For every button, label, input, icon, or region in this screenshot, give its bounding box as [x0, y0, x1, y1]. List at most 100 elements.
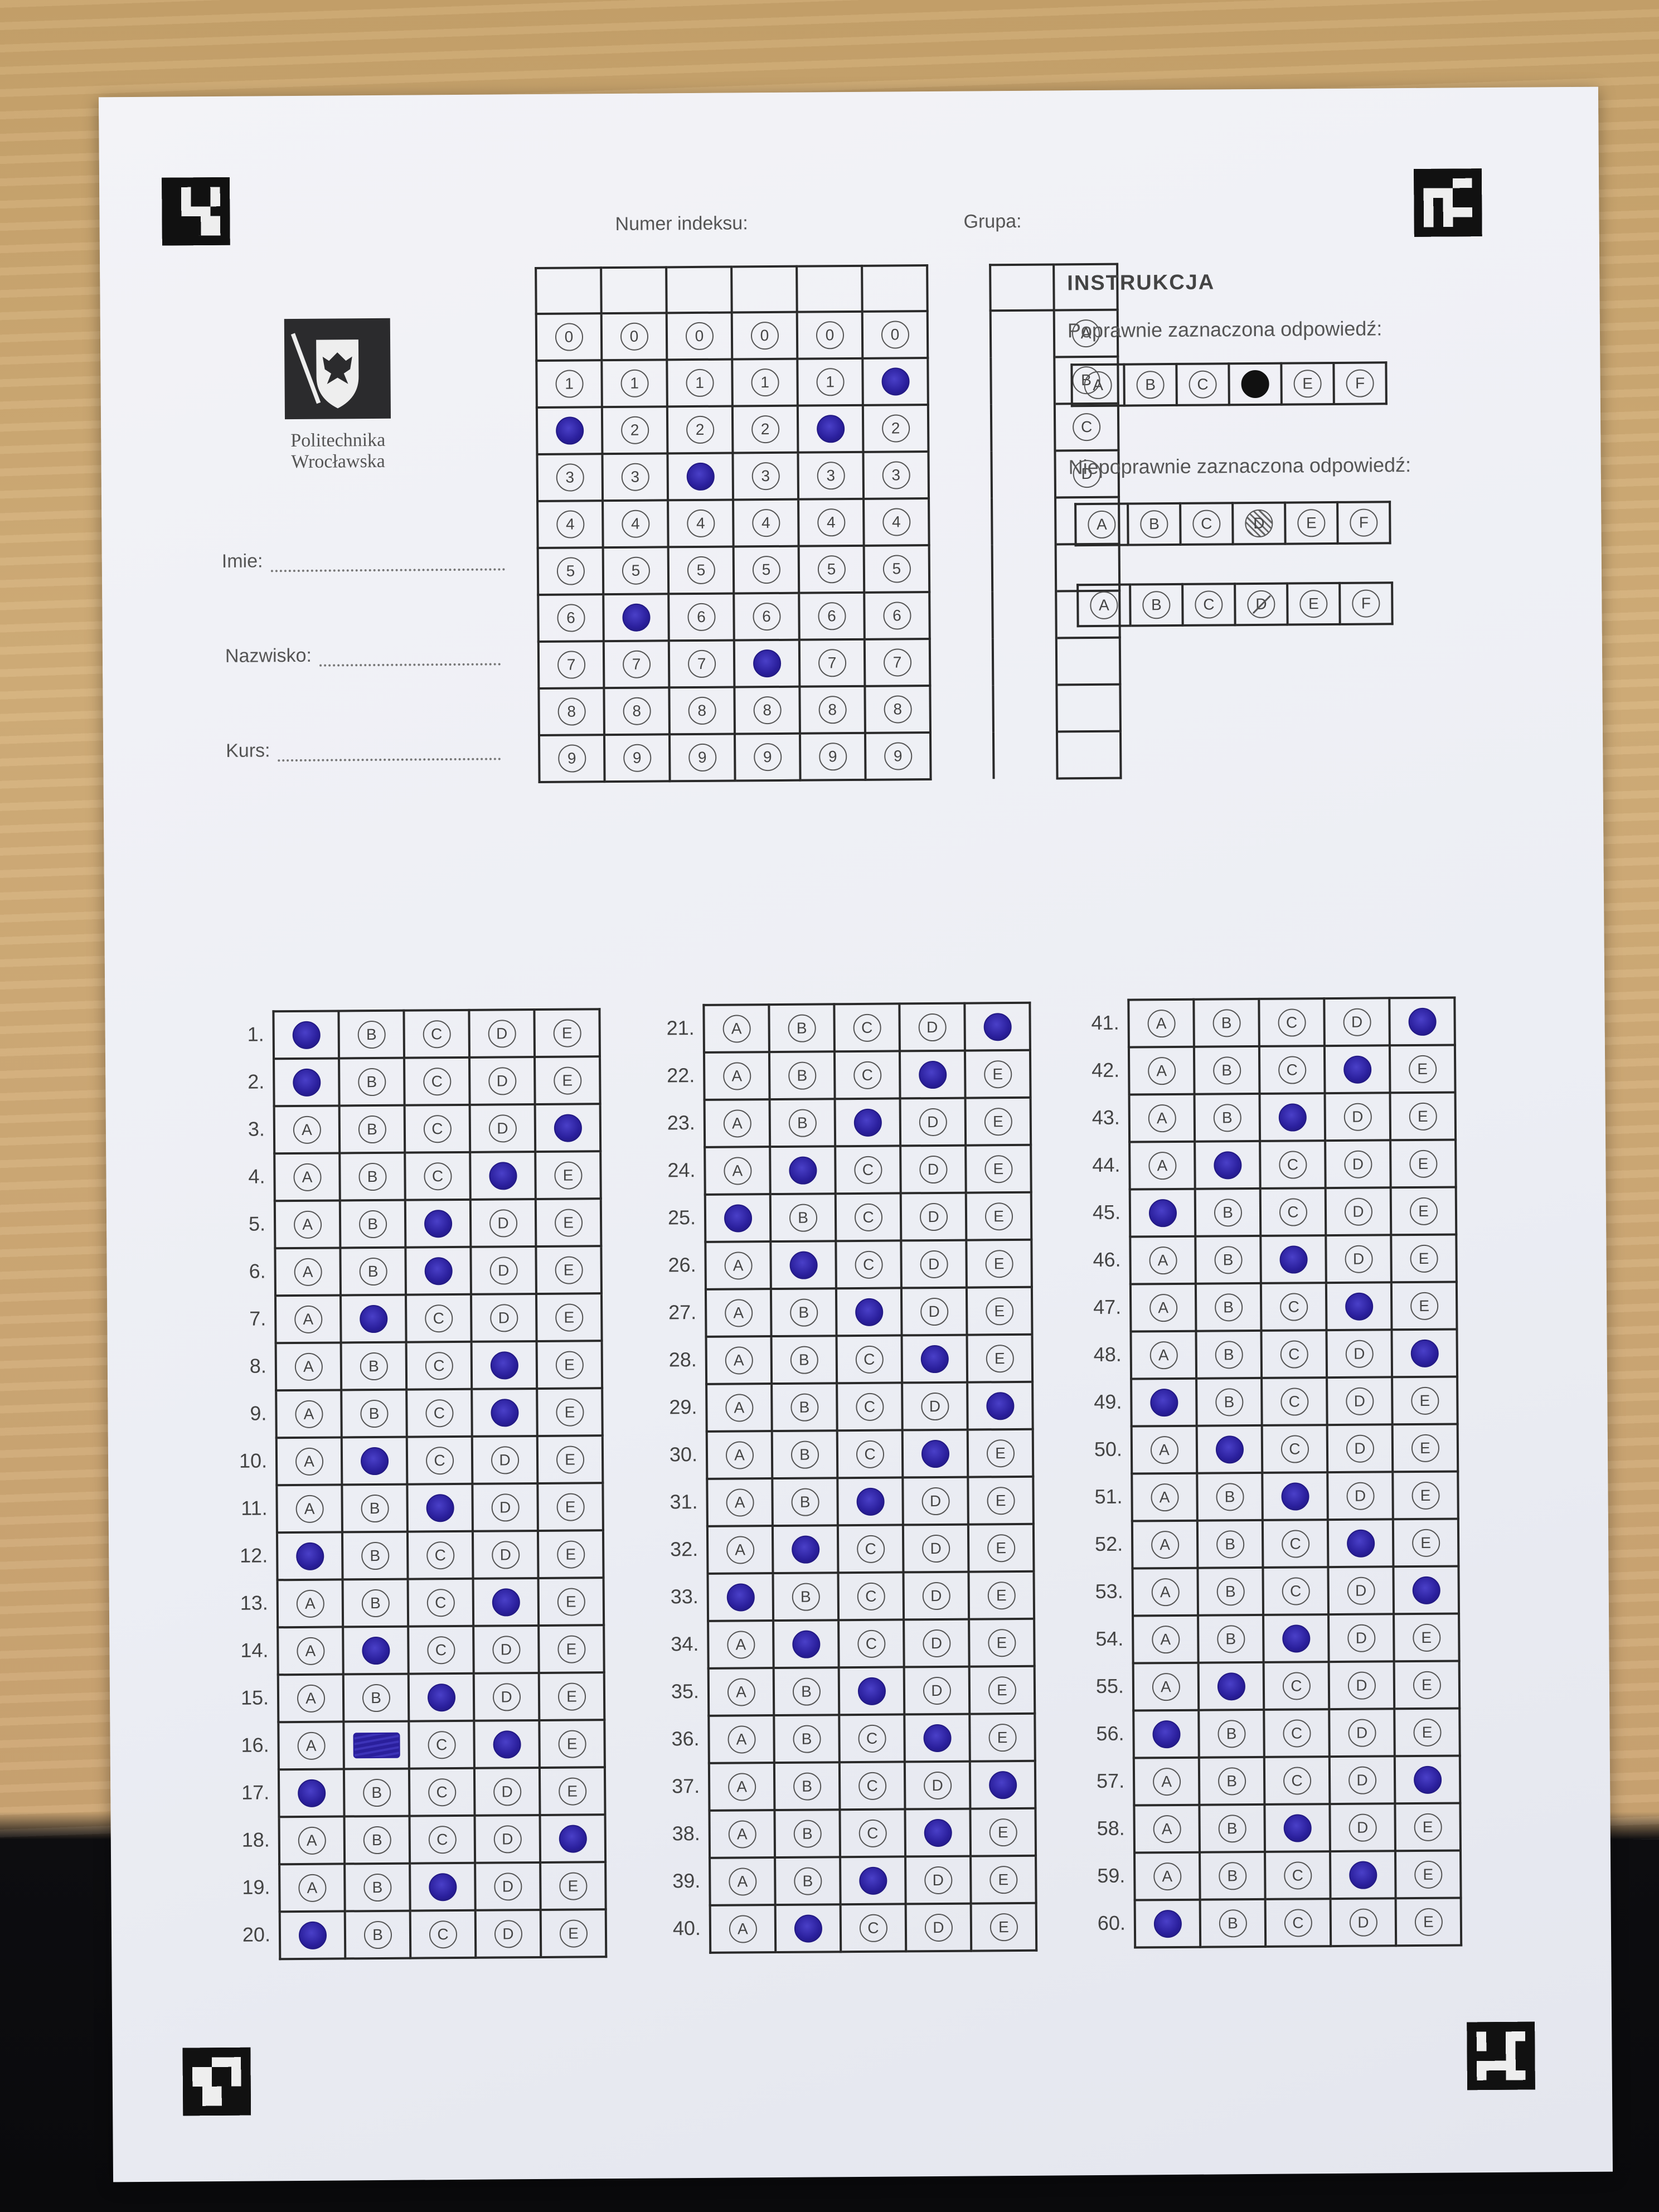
answer-bubble[interactable]: B: [789, 1298, 818, 1327]
example-bubble[interactable]: A: [1090, 591, 1118, 620]
answer-bubble[interactable]: B: [789, 1203, 817, 1232]
answer-bubble[interactable]: D: [924, 1818, 952, 1847]
answer-bubble[interactable]: C: [426, 1588, 455, 1617]
answer-bubble[interactable]: D: [491, 1493, 520, 1522]
index-digit-bubble[interactable]: 8: [623, 697, 651, 725]
answer-bubble[interactable]: B: [361, 1589, 390, 1617]
answer-bubble[interactable]: B: [1214, 1293, 1243, 1322]
answer-bubble[interactable]: C: [858, 1866, 887, 1895]
answer-bubble[interactable]: D: [920, 1392, 949, 1420]
answer-bubble[interactable]: D: [919, 1202, 948, 1231]
answer-bubble[interactable]: D: [923, 1771, 952, 1799]
answer-bubble[interactable]: A: [725, 1488, 754, 1517]
index-digit-bubble[interactable]: 5: [556, 557, 585, 585]
answer-bubble[interactable]: D: [493, 1825, 522, 1854]
answer-bubble[interactable]: B: [358, 1210, 387, 1238]
answer-bubble[interactable]: C: [857, 1582, 885, 1611]
index-digit-bubble[interactable]: 4: [751, 508, 780, 537]
answer-bubble[interactable]: D: [922, 1629, 951, 1657]
answer-bubble[interactable]: D: [918, 1060, 947, 1089]
index-digit-bubble[interactable]: 9: [557, 744, 586, 773]
answer-bubble[interactable]: E: [1413, 1765, 1442, 1794]
answer-bubble[interactable]: A: [1148, 1151, 1177, 1180]
answer-bubble[interactable]: E: [559, 1919, 588, 1948]
answer-bubble[interactable]: B: [363, 1920, 392, 1949]
answer-bubble[interactable]: E: [988, 1676, 1016, 1704]
answer-bubble[interactable]: D: [1347, 1719, 1376, 1747]
answer-bubble[interactable]: C: [1279, 1245, 1308, 1274]
answer-bubble[interactable]: D: [1349, 1908, 1377, 1937]
index-digit-bubble[interactable]: 2: [751, 415, 779, 444]
index-write-box[interactable]: [731, 266, 797, 313]
index-digit-bubble[interactable]: 8: [557, 697, 586, 726]
answer-bubble[interactable]: B: [359, 1257, 387, 1286]
answer-bubble[interactable]: D: [1343, 1103, 1372, 1131]
first-name-field[interactable]: Imie:: [222, 549, 505, 573]
answer-bubble[interactable]: A: [722, 1061, 751, 1090]
answer-bubble[interactable]: D: [1347, 1671, 1376, 1700]
answer-bubble[interactable]: C: [859, 1914, 887, 1942]
index-digit-bubble[interactable]: 4: [621, 510, 650, 538]
answer-bubble[interactable]: D: [489, 1209, 517, 1238]
answer-bubble[interactable]: A: [1152, 1767, 1181, 1796]
answer-bubble[interactable]: D: [492, 1635, 521, 1664]
answer-bubble[interactable]: B: [1214, 1198, 1242, 1227]
answer-bubble[interactable]: E: [984, 1202, 1013, 1230]
answer-bubble[interactable]: E: [1414, 1813, 1442, 1841]
answer-bubble[interactable]: A: [1149, 1293, 1177, 1322]
index-digit-bubble[interactable]: 2: [620, 416, 649, 444]
answer-bubble[interactable]: D: [923, 1676, 951, 1705]
answer-bubble[interactable]: C: [425, 1399, 454, 1427]
index-write-box[interactable]: [536, 268, 601, 314]
answer-bubble[interactable]: B: [1216, 1624, 1245, 1653]
answer-bubble[interactable]: B: [363, 1826, 391, 1854]
index-digit-bubble[interactable]: 6: [556, 604, 585, 632]
answer-bubble[interactable]: A: [297, 1731, 326, 1760]
index-digit-bubble[interactable]: 7: [818, 649, 846, 677]
answer-bubble[interactable]: B: [1212, 1008, 1241, 1037]
answer-bubble[interactable]: C: [857, 1629, 886, 1658]
answer-bubble[interactable]: A: [726, 1583, 755, 1612]
answer-bubble[interactable]: C: [1282, 1719, 1311, 1748]
index-digit-bubble[interactable]: 1: [750, 368, 779, 397]
answer-bubble[interactable]: D: [488, 1114, 517, 1143]
answer-bubble[interactable]: C: [1283, 1813, 1312, 1842]
answer-bubble[interactable]: B: [792, 1677, 821, 1706]
answer-bubble[interactable]: A: [1150, 1435, 1178, 1464]
answer-bubble[interactable]: B: [793, 1772, 821, 1801]
answer-bubble[interactable]: B: [790, 1487, 819, 1516]
answer-bubble[interactable]: B: [359, 1304, 387, 1333]
index-digit-bubble[interactable]: 3: [556, 463, 584, 492]
answer-bubble[interactable]: B: [1213, 1151, 1242, 1180]
answer-bubble[interactable]: A: [728, 1820, 756, 1849]
index-digit-bubble[interactable]: 1: [881, 367, 910, 396]
example-bubble[interactable]: E: [1293, 370, 1322, 398]
answer-bubble[interactable]: A: [292, 1021, 321, 1049]
index-digit-bubble[interactable]: 0: [555, 323, 583, 351]
index-digit-bubble[interactable]: 7: [687, 649, 716, 678]
answer-bubble[interactable]: C: [1278, 1150, 1307, 1179]
index-digit-bubble[interactable]: 0: [685, 322, 714, 351]
answer-bubble[interactable]: E: [559, 1871, 588, 1900]
answer-bubble[interactable]: A: [724, 1251, 753, 1280]
answer-bubble[interactable]: B: [360, 1494, 389, 1522]
answer-bubble[interactable]: B: [358, 1162, 387, 1191]
answer-bubble[interactable]: B: [788, 1108, 817, 1137]
answer-bubble[interactable]: E: [988, 1770, 1017, 1799]
answer-bubble[interactable]: C: [856, 1487, 885, 1516]
answer-bubble[interactable]: A: [297, 1684, 325, 1713]
index-digit-bubble[interactable]: 0: [881, 321, 909, 349]
answer-bubble[interactable]: D: [488, 1019, 516, 1048]
answer-bubble[interactable]: B: [793, 1866, 822, 1895]
answer-bubble[interactable]: E: [987, 1534, 1015, 1562]
answer-bubble[interactable]: A: [298, 1921, 327, 1949]
index-write-box[interactable]: [862, 265, 928, 312]
answer-bubble[interactable]: A: [727, 1725, 756, 1754]
answer-bubble[interactable]: A: [295, 1447, 323, 1476]
answer-bubble[interactable]: B: [361, 1541, 389, 1570]
answer-bubble[interactable]: E: [557, 1729, 586, 1758]
answer-bubble[interactable]: D: [1346, 1482, 1375, 1510]
answer-bubble[interactable]: E: [1414, 1908, 1443, 1936]
answer-bubble[interactable]: C: [424, 1209, 452, 1238]
index-digit-bubble[interactable]: 5: [752, 555, 780, 584]
